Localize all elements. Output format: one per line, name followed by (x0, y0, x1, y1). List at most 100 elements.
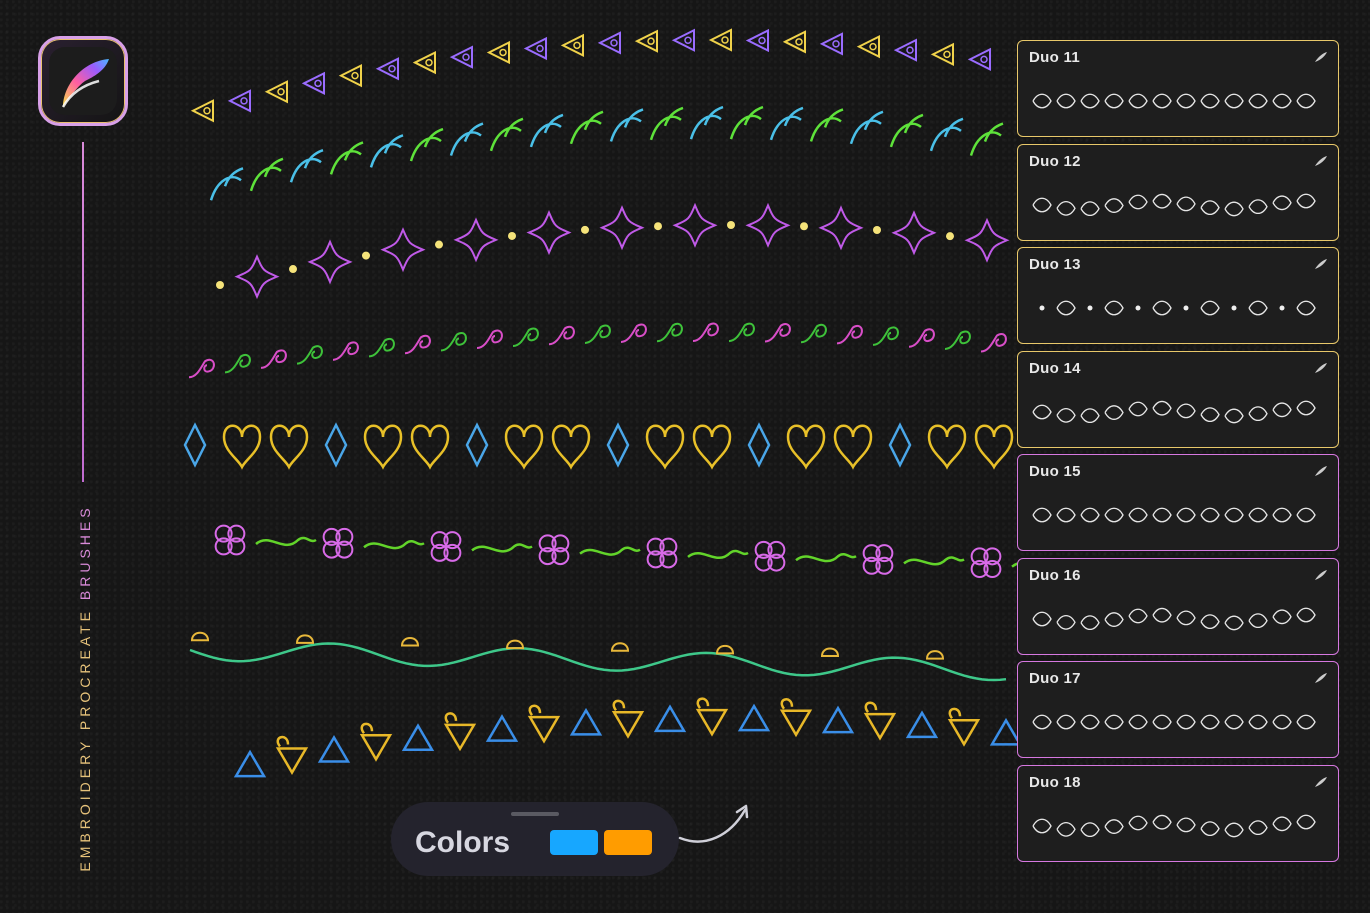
preview-motif (1183, 305, 1189, 311)
preview-motif (1032, 404, 1052, 420)
preview-motif (1176, 610, 1196, 626)
preview-motif (1152, 507, 1172, 523)
brush-stroke-preview (1032, 714, 1316, 730)
brush-label: Duo 16 (1029, 567, 1081, 584)
colors-panel[interactable]: Colors (391, 802, 679, 876)
motif-leaf (849, 110, 884, 145)
preview-motif (1279, 305, 1285, 311)
brush-item-duo-13[interactable]: Duo 13 (1017, 247, 1339, 344)
motif-dot (654, 222, 662, 231)
brush-item-duo-12[interactable]: Duo 12 (1017, 144, 1339, 241)
preview-motif (1128, 194, 1148, 210)
brush-icon (1315, 363, 1327, 373)
preview-motif (1176, 817, 1196, 833)
preview-motif (1152, 714, 1172, 730)
motif-curl (548, 325, 575, 346)
preview-motif (1128, 714, 1148, 730)
brush-label: Duo 18 (1029, 774, 1081, 791)
motif-triangle-swirl (359, 722, 393, 762)
motif-curl (944, 330, 971, 350)
motif-bud (190, 631, 210, 642)
motif-dot (795, 38, 803, 46)
preview-motif (1231, 305, 1237, 311)
preview-motif (1056, 507, 1076, 523)
brush-stroke-preview (1032, 507, 1316, 523)
motif-dot (943, 50, 951, 59)
motif-curl (404, 334, 431, 355)
brush-item-duo-15[interactable]: Duo 15 (1017, 454, 1339, 551)
motif-heart (363, 424, 403, 470)
preview-motif (1056, 300, 1076, 316)
motif-dot (216, 281, 224, 289)
preview-motif (1104, 714, 1124, 730)
motif-diamond (183, 422, 207, 468)
preview-motif (1248, 199, 1268, 215)
preview-motif (1080, 201, 1100, 217)
preview-motif (1056, 200, 1076, 216)
brush-icon (1315, 259, 1327, 269)
preview-motif (1032, 611, 1052, 627)
brush-icon (1315, 156, 1327, 166)
motif-cross (818, 205, 864, 251)
motif-vine (255, 536, 317, 547)
motif-cross (380, 227, 426, 273)
brush-icon (1315, 466, 1327, 476)
preview-motif (1152, 193, 1172, 209)
motif-curl (800, 323, 827, 344)
brush-item-duo-17[interactable]: Duo 17 (1017, 661, 1339, 758)
motif-heart (786, 424, 826, 470)
preview-motif (1080, 408, 1100, 424)
motif-triangle-swirl (527, 704, 561, 744)
brush-item-duo-16[interactable]: Duo 16 (1017, 558, 1339, 655)
primary-color-swatch[interactable] (550, 830, 598, 855)
preview-motif (1032, 93, 1052, 109)
motif-leaf (889, 113, 924, 148)
brush-stroke-preview (1032, 814, 1316, 838)
preview-motif (1080, 93, 1100, 109)
preview-motif (1176, 93, 1196, 109)
motif-leaf (569, 110, 604, 145)
preview-motif (1128, 507, 1148, 523)
motif-vine (687, 549, 749, 559)
preview-motif (1128, 93, 1148, 109)
motif-leaf (729, 105, 764, 140)
drag-handle[interactable] (511, 812, 559, 816)
preview-motif (1272, 609, 1292, 625)
brush-icon (1315, 570, 1327, 580)
motif-dot (435, 240, 443, 249)
motif-vine (471, 543, 533, 553)
preview-motif (1152, 607, 1172, 623)
brush-item-duo-18[interactable]: Duo 18 (1017, 765, 1339, 862)
colors-title: Colors (415, 826, 511, 859)
motif-dot (684, 36, 692, 44)
motif-diamond (747, 422, 771, 468)
preview-motif (1200, 407, 1220, 423)
motif-curl (656, 322, 683, 343)
preview-motif (1056, 821, 1076, 837)
motif-cross (526, 210, 572, 256)
brush-item-duo-14[interactable]: Duo 14 (1017, 351, 1339, 448)
preview-motif (1224, 507, 1244, 523)
preview-motif (1200, 507, 1220, 523)
secondary-color-swatch[interactable] (604, 830, 652, 855)
preview-motif (1176, 196, 1196, 212)
preview-motif (1200, 200, 1220, 216)
preview-motif (1152, 400, 1172, 416)
motif-curl (908, 328, 935, 348)
brush-item-duo-11[interactable]: Duo 11 (1017, 40, 1339, 137)
preview-motif (1056, 93, 1076, 109)
motif-triangle (569, 707, 603, 736)
preview-motif (1248, 613, 1268, 629)
motif-triangle-swirl (863, 701, 897, 741)
motif-bud (295, 634, 315, 644)
motif-leaf (809, 108, 844, 142)
motif-curl (440, 332, 467, 352)
motif-cross (964, 217, 1010, 263)
motif-dot (980, 55, 988, 64)
motif-cross (307, 239, 353, 285)
motif-cross (672, 202, 718, 248)
motif-leaf (769, 106, 804, 141)
motif-dot (610, 39, 618, 47)
motif-triangle (653, 704, 687, 733)
motif-heart (504, 424, 544, 470)
